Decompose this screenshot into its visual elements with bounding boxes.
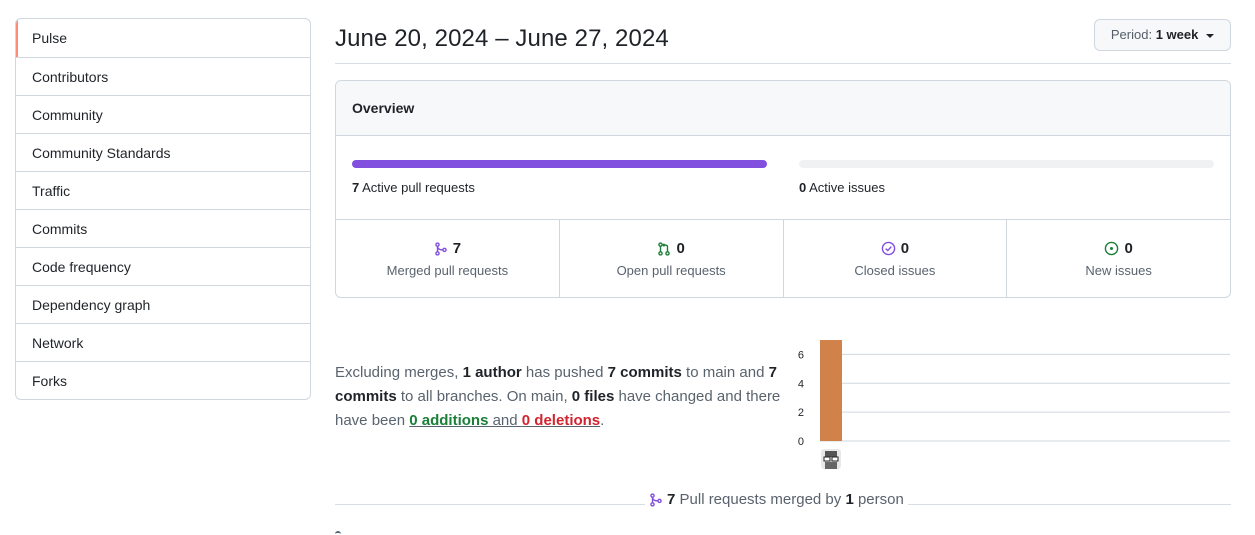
sidebar-item-contributors[interactable]: Contributors [16, 57, 310, 95]
people-count: 1 [845, 491, 854, 508]
closed-issues-label: Closed issues [854, 263, 936, 278]
active-issues-count: 0 [799, 180, 807, 195]
active-pull-requests-text: Active pull requests [362, 180, 475, 195]
chart-y-tick-label: 6 [798, 349, 804, 361]
stat-merged-pull-requests[interactable]: 7 Merged pull requests [336, 220, 559, 297]
summary-text-7: . [600, 412, 605, 429]
avatar-glasses-right [831, 456, 839, 462]
active-issues-text: Active issues [809, 180, 886, 195]
avatar-body [825, 462, 837, 469]
merged-pull-requests-label: Merged pull requests [386, 263, 509, 278]
overview-panel: Overview 7 Active pull requests 0 Active… [335, 80, 1231, 298]
summary-deletions: 0 deletions [521, 412, 601, 429]
caret-down-icon [1206, 33, 1214, 38]
additions-deletions-link[interactable]: 0 additions and 0 deletions [409, 412, 600, 429]
summary-text-6: and [488, 412, 522, 429]
closed-issues-count: 0 [900, 240, 910, 257]
merged-text-1: Pull requests merged by [675, 491, 846, 508]
summary-additions: 0 additions [409, 412, 489, 429]
sidebar-item-code-frequency[interactable]: Code frequency [16, 247, 310, 285]
git-merge-icon [650, 492, 662, 507]
summary-text-4: to all branches. On main, [396, 388, 572, 405]
sidebar-item-pulse[interactable]: Pulse [16, 19, 310, 57]
summary-commits-main: 7 commits [607, 364, 682, 381]
activity-bars: 7 Active pull requests 0 Active issues [336, 136, 1230, 220]
git-pull-request-icon [658, 241, 671, 256]
stat-closed-issues[interactable]: 0 Closed issues [782, 220, 1007, 297]
merged-pull-requests-count: 7 [452, 240, 462, 257]
avatar-hair [825, 451, 837, 457]
overview-stats: 7 Merged pull requests 0 Open pull reque… [336, 220, 1230, 297]
sidebar-item-community[interactable]: Community [16, 95, 310, 133]
issue-closed-icon [881, 241, 895, 256]
header-divider [335, 63, 1231, 64]
sidebar-item-traffic[interactable]: Traffic [16, 171, 310, 209]
git-merge-icon [434, 241, 447, 256]
new-issues-count: 0 [1124, 240, 1133, 257]
chart-y-tick-label: 0 [798, 436, 804, 448]
page-title: June 20, 2024 – June 27, 2024 [335, 25, 669, 52]
sidebar-item-forks[interactable]: Forks [16, 361, 310, 399]
chart-y-tick-label: 4 [798, 378, 804, 390]
merged-pull-requests-heading: 7 Pull requests merged by 1 person [645, 491, 908, 508]
pull-requests-bar[interactable] [352, 160, 767, 168]
commit-summary: Excluding merges, 1 author has pushed 7 … [335, 361, 785, 433]
sidebar-item-dependency-graph[interactable]: Dependency graph [16, 285, 310, 323]
summary-files: 0 files [571, 388, 615, 405]
open-pull-requests-count: 0 [676, 240, 685, 257]
sidebar-item-commits[interactable]: Commits [16, 209, 310, 247]
summary-authors: 1 author [462, 364, 522, 381]
active-pull-requests-label[interactable]: 7 Active pull requests [352, 180, 475, 195]
active-issues-label[interactable]: 0 Active issues [799, 180, 885, 195]
sidebar-item-network[interactable]: Network [16, 323, 310, 361]
open-pull-requests-label: Open pull requests [616, 263, 726, 278]
overview-title: Overview [336, 81, 1230, 136]
issue-opened-icon [1105, 241, 1119, 256]
period-prefix: Period: [1110, 27, 1153, 42]
period-dropdown-button[interactable]: Period: 1 week [1093, 19, 1231, 51]
partial-icon [335, 531, 341, 535]
new-issues-label: New issues [1085, 263, 1152, 278]
sidebar-item-community-standards[interactable]: Community Standards [16, 133, 310, 171]
merged-text-2: person [853, 491, 904, 508]
avatar-glasses-left [823, 456, 831, 462]
pull-requests-bar-fill [352, 160, 767, 168]
summary-text-1: Excluding merges, [335, 364, 463, 381]
chart-bar [820, 340, 842, 441]
chart-y-tick-label: 2 [798, 407, 804, 419]
summary-text-3: to main and [681, 364, 769, 381]
commits-by-author-chart: 0 2 4 6 [798, 340, 1230, 469]
issues-bar[interactable] [799, 160, 1214, 168]
stat-open-pull-requests[interactable]: 0 Open pull requests [558, 220, 783, 297]
summary-text-2: has pushed [521, 364, 608, 381]
stat-new-issues[interactable]: 0 New issues [1006, 220, 1230, 297]
insights-sidebar: Pulse Contributors Community Community S… [15, 18, 311, 400]
period-value: 1 week [1155, 27, 1199, 42]
active-pull-requests-count: 7 [352, 180, 360, 195]
